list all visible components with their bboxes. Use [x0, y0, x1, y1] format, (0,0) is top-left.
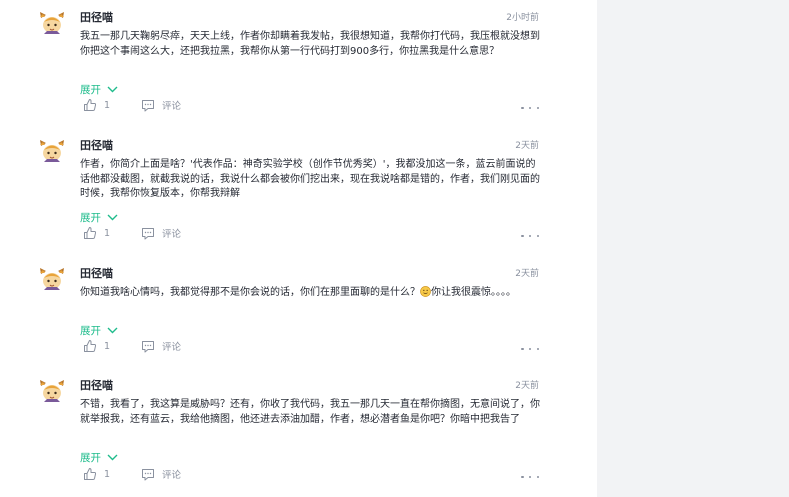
chevron-down-icon [107, 327, 118, 334]
like-count: 1 [104, 99, 111, 111]
comment-time: 2小时前 [506, 13, 539, 23]
comment-text-part: 你知道我啥心情吗，我都觉得那不是你会说的话，你们在那里面聊的是什么？ [80, 287, 420, 298]
expand-button[interactable]: 展开 [80, 450, 118, 465]
like-count: 1 [104, 227, 111, 239]
comment-text: 不错，我看了，我这算是威胁吗？还有，你收了我代码，我五一那几天一直在帮你摘图，无… [80, 399, 540, 425]
comment-author[interactable]: 田径喵 [80, 265, 113, 281]
like-button[interactable]: 1 [83, 98, 110, 112]
expand-label: 展开 [80, 212, 101, 224]
thumbs-up-icon [84, 468, 97, 480]
reply-button[interactable]: 评论 [141, 339, 181, 353]
more-options-icon[interactable] [521, 231, 539, 241]
reply-button[interactable]: 评论 [141, 467, 181, 481]
expand-label: 展开 [80, 325, 101, 337]
comment-actions: 1 评论 [83, 338, 181, 354]
user-avatar[interactable] [38, 10, 66, 38]
expand-button[interactable]: 展开 [80, 323, 118, 338]
chevron-down-icon [107, 86, 118, 93]
comment-actions: 1 评论 [83, 225, 181, 241]
smile-emoji-icon [420, 286, 431, 297]
thumbs-up-icon [84, 340, 97, 352]
like-count: 1 [104, 340, 111, 352]
user-avatar[interactable] [38, 266, 66, 294]
thumbs-up-icon [84, 99, 97, 111]
like-button[interactable]: 1 [83, 226, 110, 240]
more-options-icon[interactable] [521, 344, 539, 354]
chevron-down-icon [107, 214, 118, 221]
comment-bubble-icon [142, 99, 155, 111]
reply-label: 评论 [162, 229, 182, 240]
comment-bubble-icon [142, 227, 155, 239]
comment-author[interactable]: 田径喵 [80, 377, 113, 393]
comment-actions: 1 评论 [83, 97, 181, 113]
reply-label: 评论 [162, 470, 182, 481]
comment-text: 作者，你简介上面是啥？'代表作品：神奇实验学校（创作节优秀奖）'，我都没加这一条… [80, 159, 540, 200]
comment-actions: 1 评论 [83, 466, 181, 482]
reply-button[interactable]: 评论 [141, 98, 181, 112]
more-options-icon[interactable] [521, 472, 539, 482]
reply-label: 评论 [162, 342, 182, 353]
thumbs-up-icon [84, 227, 97, 239]
comment-author[interactable]: 田径喵 [80, 137, 113, 153]
chevron-down-icon [107, 454, 118, 461]
like-button[interactable]: 1 [83, 467, 110, 481]
comment-text: 我五一那几天鞠躬尽瘁，天天上线，作者你却瞒着我发帖，我很想知道，我帮你打代码，我… [80, 31, 540, 57]
user-avatar[interactable] [38, 378, 66, 406]
expand-button[interactable]: 展开 [80, 82, 118, 97]
user-avatar[interactable] [38, 138, 66, 166]
comment-feed: 田径喵 2小时前 我五一那几天鞠躬尽瘁，天天上线，作者你却瞒着我发帖，我很想知道… [0, 0, 597, 497]
comment-text: 你知道我啥心情吗，我都觉得那不是你会说的话，你们在那里面聊的是什么？ 你让我很震惊… [80, 286, 540, 301]
comment-bubble-icon [142, 468, 155, 480]
comment-text-part: 你让我很震惊。。。。 [431, 287, 516, 298]
comment-time: 2天前 [515, 269, 539, 279]
comment-time: 2天前 [515, 381, 539, 391]
like-count: 1 [104, 468, 111, 480]
reply-label: 评论 [162, 101, 182, 112]
expand-button[interactable]: 展开 [80, 210, 118, 225]
expand-label: 展开 [80, 84, 101, 96]
reply-button[interactable]: 评论 [141, 226, 181, 240]
more-options-icon[interactable] [521, 103, 539, 113]
comment-bubble-icon [142, 340, 155, 352]
like-button[interactable]: 1 [83, 339, 110, 353]
right-sidebar-panel [597, 0, 789, 497]
expand-label: 展开 [80, 452, 101, 464]
comment-time: 2天前 [515, 141, 539, 151]
comment-author[interactable]: 田径喵 [80, 9, 113, 25]
